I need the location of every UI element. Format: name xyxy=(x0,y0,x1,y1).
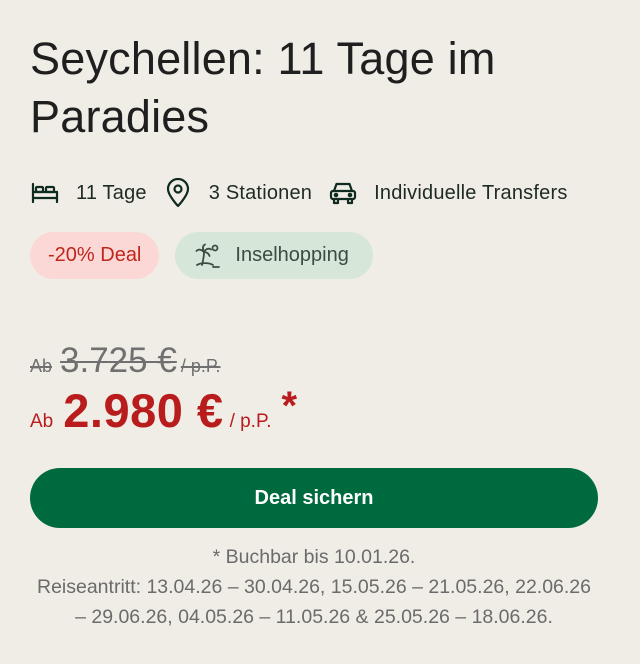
feature-duration: 11 Tage xyxy=(30,178,147,208)
offer-title: Seychellen: 11 Tage im Paradies xyxy=(30,33,496,142)
feature-stations-label: 3 Stationen xyxy=(208,181,313,204)
deal-badge: -20% Deal xyxy=(30,232,160,279)
deal-sichern-button[interactable]: Deal sichern xyxy=(30,468,598,528)
deal-price-prefix: Ab xyxy=(30,411,54,432)
location-pin-icon xyxy=(163,178,193,208)
deal-price: Ab 2.980 € / p.P. * xyxy=(30,383,598,438)
island-palm-icon xyxy=(195,243,221,269)
feature-duration-label: 11 Tage xyxy=(76,181,147,204)
deal-price-unit: / p.P. xyxy=(229,411,272,432)
travel-dates-note: Reiseantritt: 13.04.26 – 30.04.26, 15.05… xyxy=(36,576,592,628)
theme-badge: Inselhopping xyxy=(175,232,373,279)
feature-transfers: Individuelle Transfers xyxy=(328,178,567,208)
bed-icon xyxy=(30,178,60,208)
feature-list: 11 Tage 3 Stationen Individuelle Transfe… xyxy=(30,176,598,210)
price-footnote-marker: * xyxy=(281,384,298,428)
original-price-prefix: Ab xyxy=(30,356,53,376)
booking-deadline-note: * Buchbar bis 10.01.26. xyxy=(212,546,416,568)
deal-price-amount: 2.980 € xyxy=(63,384,224,437)
badge-row: -20% Deal Inselhopping xyxy=(30,232,598,279)
original-price-amount: 3.725 € xyxy=(60,341,177,380)
car-icon xyxy=(328,178,358,208)
feature-stations: 3 Stationen xyxy=(163,178,312,208)
original-price: Ab 3.725 € / p.P. xyxy=(30,341,598,381)
booking-notes: * Buchbar bis 10.01.26. Reiseantritt: 13… xyxy=(30,542,598,632)
offer-card: Seychellen: 11 Tage im Paradies 11 Tage xyxy=(30,30,598,632)
theme-badge-label: Inselhopping xyxy=(235,244,349,266)
feature-transfers-label: Individuelle Transfers xyxy=(374,181,568,204)
original-price-unit: / p.P. xyxy=(180,356,221,376)
